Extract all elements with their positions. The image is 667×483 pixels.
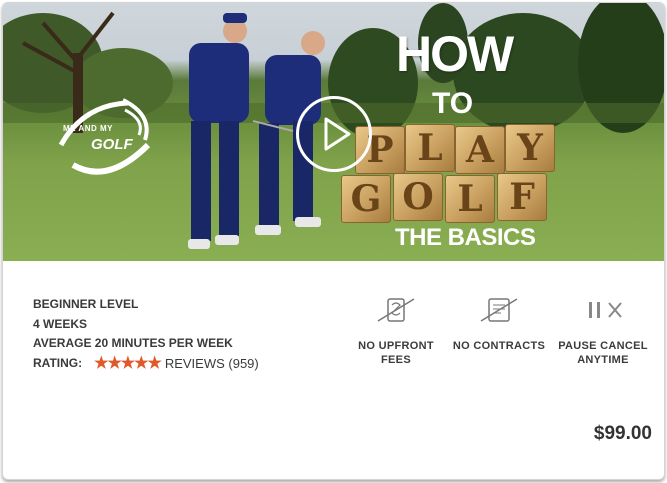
block-letter: L <box>445 175 495 223</box>
feature-label: NO UPFRONT <box>358 340 434 352</box>
play-button[interactable] <box>296 96 372 172</box>
block-letter: A <box>455 126 505 174</box>
feature-label: PAUSE CANCEL <box>558 340 648 352</box>
logo-text-golf: GOLF <box>91 136 133 153</box>
course-card[interactable]: ME AND MY GOLF HOW TO P L A Y G O L F TH… <box>2 2 665 480</box>
no-fees-icon <box>377 298 415 322</box>
block-letter: Y <box>505 124 555 172</box>
rating-row: RATING: ★★★★★ REVIEWS (959) <box>33 354 259 374</box>
video-thumbnail[interactable]: ME AND MY GOLF HOW TO P L A Y G O L F TH… <box>3 3 664 261</box>
price-label: $99.00 <box>593 423 652 444</box>
title-how: HOW <box>396 26 514 82</box>
no-contracts-icon <box>480 298 518 322</box>
time-text: AVERAGE 20 MINUTES PER WEEK <box>33 336 233 350</box>
block-letter: L <box>405 124 455 172</box>
course-details: BEGINNER LEVEL 4 WEEKS AVERAGE 20 MINUTE… <box>33 295 259 373</box>
feature-no-upfront-fees: NO UPFRONT FEES <box>355 295 437 367</box>
level-text: BEGINNER LEVEL <box>33 297 139 311</box>
block-letter: F <box>497 173 547 221</box>
play-icon <box>324 117 351 151</box>
rating-label: RATING: <box>33 355 83 370</box>
feature-no-contracts: NO CONTRACTS <box>451 295 547 353</box>
feature-pause-cancel: PAUSE CANCEL ANYTIME <box>555 295 651 367</box>
reviews-link[interactable]: REVIEWS (959) <box>165 354 259 374</box>
block-letter: G <box>341 175 391 223</box>
logo-text-top: ME AND MY <box>63 124 113 133</box>
duration-text: 4 WEEKS <box>33 316 88 331</box>
pause-cancel-icon <box>589 302 622 318</box>
star-rating-icon: ★★★★★ <box>94 354 162 372</box>
block-letter: O <box>393 173 443 221</box>
title-to: TO <box>432 87 474 120</box>
title-the-basics: THE BASICS <box>395 224 536 251</box>
feature-label: FEES <box>381 354 411 366</box>
feature-label: NO CONTRACTS <box>452 340 546 352</box>
feature-label: ANYTIME <box>577 354 629 366</box>
